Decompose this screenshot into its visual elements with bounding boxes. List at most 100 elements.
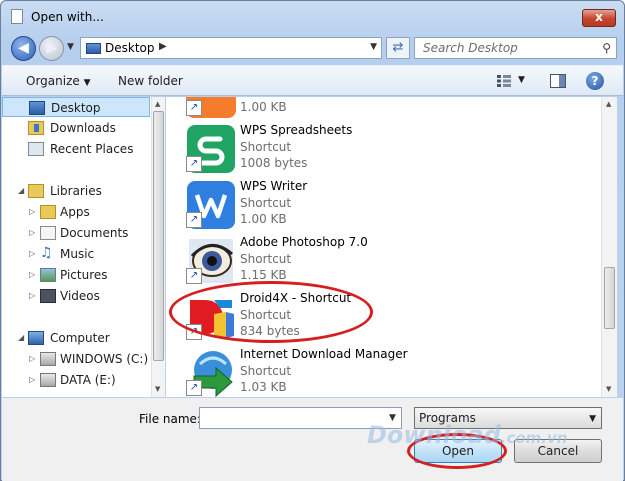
nav-item-documents[interactable]: ▷ Documents (2, 223, 150, 243)
nav-item-computer[interactable]: ◢ Computer (2, 328, 150, 348)
views-icon[interactable] (496, 74, 512, 88)
chevron-down-icon: ▼ (589, 414, 596, 424)
drive-icon (40, 373, 56, 387)
chevron-right-icon[interactable]: ▶ (159, 41, 167, 52)
desktop-icon (29, 101, 45, 115)
list-item[interactable]: ↗ 1.00 KB (166, 97, 596, 121)
videos-icon (40, 289, 56, 303)
collapsed-triangle-icon[interactable]: ▷ (29, 375, 35, 384)
nav-item-recent-places[interactable]: Recent Places (2, 139, 150, 159)
nav-item-label: Computer (50, 331, 110, 345)
file-name: WPS Spreadsheets (240, 123, 353, 137)
collapsed-triangle-icon[interactable]: ▷ (29, 354, 35, 363)
list-item[interactable]: ↗ Internet Download Manager Shortcut 1.0… (166, 345, 596, 397)
shortcut-arrow-icon: ↗ (186, 100, 202, 116)
nav-item-libraries[interactable]: ◢ Libraries (2, 181, 150, 201)
nav-item-label: Recent Places (50, 142, 134, 156)
shortcut-arrow-icon: ↗ (186, 268, 202, 284)
collapsed-triangle-icon[interactable]: ▷ (29, 228, 35, 237)
nav-scrollbar[interactable]: ▲ ▼ (151, 97, 165, 397)
nav-item-label: Videos (60, 289, 100, 303)
downloads-folder-icon (28, 121, 44, 135)
document-icon (11, 9, 23, 24)
address-bar[interactable]: Desktop ▶ ▼ (80, 37, 382, 59)
nav-item-pictures[interactable]: ▷ Pictures (2, 265, 150, 285)
scroll-down-icon[interactable]: ▼ (606, 385, 611, 393)
back-button[interactable]: ◀ (11, 36, 36, 61)
music-icon: ♫ (40, 245, 53, 261)
collapsed-triangle-icon[interactable]: ▷ (29, 270, 35, 279)
desktop-icon (86, 43, 101, 54)
search-input[interactable] (415, 38, 593, 58)
drive-icon (40, 352, 56, 366)
arrow-left-icon: ◀ (18, 40, 29, 56)
nav-item-apps[interactable]: ▷ Apps (2, 202, 150, 222)
address-location[interactable]: Desktop (105, 41, 155, 55)
file-list: ↗ 1.00 KB ↗ WPS Spreadsheets Shortcut 10… (166, 97, 601, 397)
file-type: Shortcut (240, 364, 292, 378)
nav-item-downloads[interactable]: Downloads (2, 118, 150, 138)
new-folder-button[interactable]: New folder (118, 74, 183, 88)
list-item[interactable]: ↗ WPS Writer Shortcut 1.00 KB (166, 177, 596, 233)
watermark-main: Download (367, 421, 501, 449)
search-icon[interactable]: ⚲ (602, 41, 611, 55)
arrow-right-icon: ▶ (46, 40, 57, 56)
nav-item-videos[interactable]: ▷ Videos (2, 286, 150, 306)
file-list-scrollbar[interactable]: ▲ ▼ (601, 97, 617, 397)
computer-icon (28, 331, 44, 345)
nav-item-data-drive[interactable]: ▷ DATA (E:) (2, 370, 150, 390)
recent-locations-dropdown[interactable]: ▼ (67, 42, 74, 52)
nav-item-label: Desktop (51, 101, 101, 115)
highlight-oval-droid4x (169, 281, 373, 343)
nav-item-label: Downloads (50, 121, 116, 135)
search-box[interactable]: ⚲ (414, 37, 617, 59)
nav-item-label: Libraries (50, 184, 102, 198)
title-bar: Open with... x (1, 1, 624, 31)
nav-item-music[interactable]: ▷ ♫ Music (2, 244, 150, 264)
nav-item-desktop[interactable]: Desktop (2, 97, 150, 117)
organize-label: Organize (26, 74, 80, 88)
scroll-down-icon[interactable]: ▼ (155, 385, 160, 393)
expand-triangle-icon[interactable]: ◢ (18, 333, 24, 342)
window-title: Open with... (31, 10, 104, 24)
close-button[interactable]: x (582, 9, 616, 27)
documents-icon (40, 226, 56, 240)
file-name-label: File name: (139, 412, 201, 426)
scroll-up-icon[interactable]: ▲ (606, 100, 611, 108)
nav-item-label: Pictures (60, 268, 108, 282)
collapsed-triangle-icon[interactable]: ▷ (29, 291, 35, 300)
collapsed-triangle-icon[interactable]: ▷ (29, 207, 35, 216)
nav-item-label: Apps (60, 205, 90, 219)
chevron-down-icon[interactable]: ▼ (518, 75, 525, 85)
file-type: Shortcut (240, 196, 292, 210)
list-item[interactable]: ↗ WPS Spreadsheets Shortcut 1008 bytes (166, 121, 596, 177)
shortcut-arrow-icon: ↗ (186, 380, 202, 396)
file-type: Shortcut (240, 252, 292, 266)
chevron-down-icon[interactable]: ▼ (370, 42, 377, 52)
folder-icon (40, 205, 56, 219)
file-list-scrollbar-thumb[interactable] (604, 267, 615, 329)
list-item[interactable]: ↗ Adobe Photoshop 7.0 Shortcut 1.15 KB (166, 233, 596, 289)
shortcut-arrow-icon: ↗ (186, 156, 202, 172)
nav-item-label: Documents (60, 226, 129, 240)
collapsed-triangle-icon[interactable]: ▷ (29, 249, 35, 258)
scroll-up-icon[interactable]: ▲ (155, 100, 160, 108)
refresh-button[interactable]: ⇄ (386, 37, 410, 59)
help-icon[interactable]: ? (586, 72, 604, 90)
file-size: 1.00 KB (240, 212, 287, 226)
expand-triangle-icon[interactable]: ◢ (18, 186, 24, 195)
file-name: WPS Writer (240, 179, 308, 193)
nav-item-windows-drive[interactable]: ▷ WINDOWS (C:) (2, 349, 150, 369)
watermark-suffix: .com.vn (500, 429, 568, 447)
navigation-pane: Desktop Downloads Recent Places ◢ Librar… (2, 97, 165, 397)
forward-button[interactable]: ▶ (39, 36, 64, 61)
libraries-icon (28, 184, 44, 198)
organize-button[interactable]: Organize ▼ (26, 74, 91, 88)
open-with-dialog: Open with... x ◀ ▶ ▼ Desktop ▶ ▼ ⇄ ⚲ Org… (0, 0, 625, 481)
file-name: Internet Download Manager (240, 347, 408, 361)
command-toolbar: Organize ▼ New folder ▼ ? (2, 65, 623, 96)
preview-pane-icon[interactable] (550, 74, 566, 88)
nav-scrollbar-thumb[interactable] (153, 111, 164, 361)
watermark: Download.com.vn (367, 421, 567, 449)
refresh-icon: ⇄ (392, 40, 404, 55)
